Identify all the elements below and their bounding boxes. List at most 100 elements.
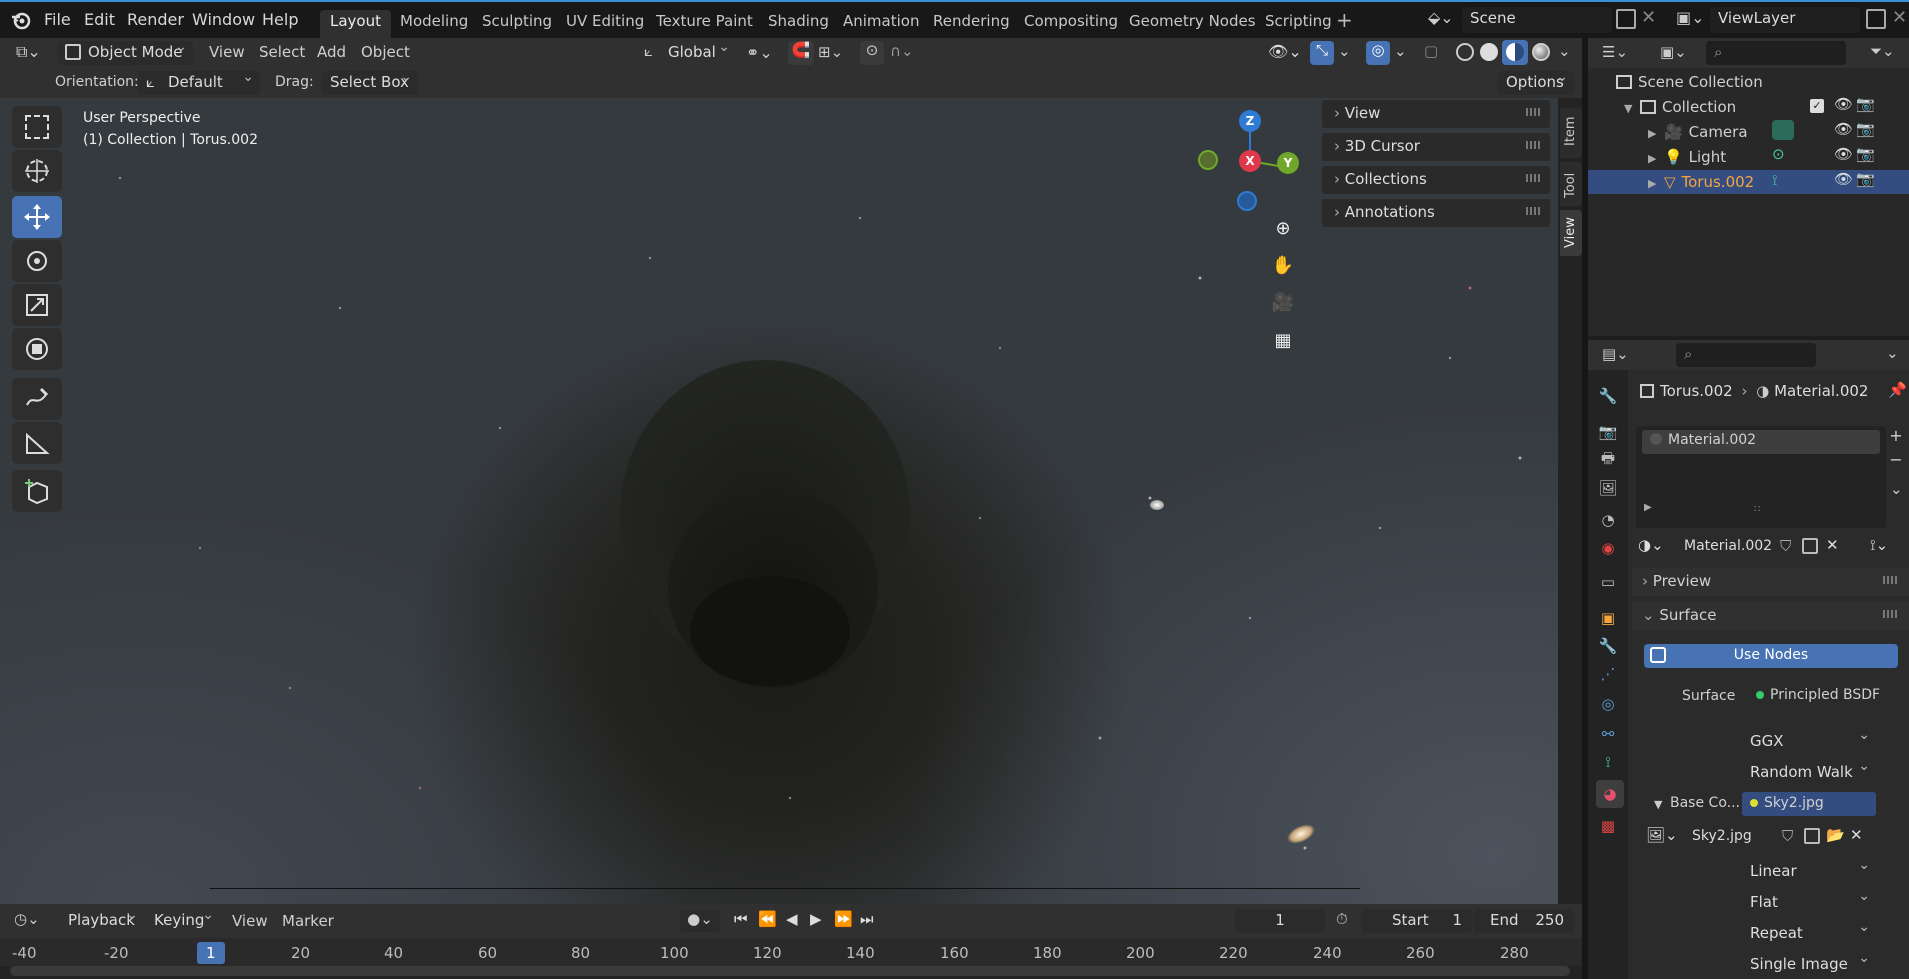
start-frame-field[interactable]: Start 1 (1362, 909, 1472, 933)
collection-tab-icon[interactable]: ▭ (1596, 570, 1620, 594)
preview-range-icon[interactable]: ⏱ (1336, 910, 1348, 928)
duplicate-material-icon[interactable] (1802, 538, 1818, 554)
collection-render-icon[interactable]: 📷 (1856, 95, 1875, 113)
add-cube-tool[interactable] (12, 470, 62, 512)
orientation-dropdown[interactable]: ⟀ Default (138, 71, 260, 95)
npanel-annotations[interactable]: › Annotations (1322, 199, 1550, 227)
perspective-grid-icon[interactable]: ▦ (1270, 330, 1296, 356)
timeline-ruler[interactable] (0, 938, 1582, 966)
zoom-icon[interactable]: ⊕ (1270, 218, 1296, 244)
use-nodes-button[interactable]: Use Nodes (1644, 644, 1898, 668)
outliner-collection[interactable]: ▼ Collection ✓ 👁 📷 (1624, 95, 1909, 119)
select-box-tool[interactable] (12, 106, 62, 148)
gizmo-neg-z-axis[interactable] (1237, 191, 1257, 211)
drag-dropdown[interactable]: Select Box (322, 71, 418, 95)
material-slot-item[interactable]: Material.002 (1642, 430, 1880, 454)
transform-tool[interactable] (12, 328, 62, 370)
slot-specials-icon[interactable]: ⌄ (1890, 480, 1903, 498)
scene-selector-icon[interactable]: ⬙⌄ (1428, 8, 1458, 32)
projection-dropdown[interactable]: Flat (1742, 888, 1876, 917)
transform-orientation-dropdown[interactable]: ⟀ Global (638, 41, 736, 65)
object-tab-icon[interactable]: ▣ (1596, 606, 1620, 630)
unlink-image-icon[interactable]: ✕ (1850, 826, 1863, 844)
editor-type-icon[interactable]: ⧉⌄ (10, 41, 52, 65)
menu-render[interactable]: Render (127, 10, 184, 29)
material-shading-icon[interactable] (1502, 40, 1528, 65)
menu-window[interactable]: Window (192, 10, 255, 29)
fake-user-icon[interactable]: ⛉ (1780, 537, 1791, 555)
pan-hand-icon[interactable]: ✋ (1270, 255, 1296, 281)
camera-data-icon[interactable] (1772, 120, 1794, 140)
gizmo-toggle-icon[interactable]: ⤡ (1310, 41, 1334, 65)
camera-render-icon[interactable]: 📷 (1856, 120, 1875, 138)
unlink-material-icon[interactable]: ✕ (1826, 536, 1839, 554)
jump-start-icon[interactable]: ⏮ (734, 910, 748, 928)
npanel-collections[interactable]: › Collections (1322, 166, 1550, 194)
view-layer-icon[interactable]: ▣⌄ (1676, 8, 1706, 32)
menu-help[interactable]: Help (262, 10, 298, 29)
outliner-camera[interactable]: ▶ 🎥 Camera 👁 📷 (1648, 120, 1909, 144)
new-view-layer-icon[interactable] (1866, 9, 1886, 29)
base-color-expand-icon[interactable]: ▼ (1654, 798, 1662, 811)
tab-layout[interactable]: Layout (320, 10, 391, 38)
play-reverse-icon[interactable]: ◀ (786, 910, 798, 928)
menu-file[interactable]: File (44, 10, 71, 29)
outliner-torus[interactable]: ▶ ▽ Torus.002 ⟟ 👁 📷 (1588, 170, 1909, 194)
next-keyframe-icon[interactable]: ⏩ (834, 910, 853, 928)
properties-search-input[interactable]: ⌕ (1676, 343, 1816, 367)
tab-rendering[interactable]: Rendering (923, 10, 1020, 38)
image-fake-user-icon[interactable]: ⛉ (1782, 827, 1793, 845)
play-icon[interactable]: ▶ (810, 910, 822, 928)
menu-view[interactable]: View (209, 43, 245, 61)
outliner-light[interactable]: ▶ 💡 Light ⊙ 👁 📷 (1648, 145, 1909, 169)
texture-tab-icon[interactable]: ▩ (1596, 814, 1620, 838)
surface-shader-field[interactable]: Principled BSDF (1748, 684, 1898, 708)
subsurface-method-dropdown[interactable]: Random Walk (1742, 758, 1876, 787)
output-tab-icon[interactable]: 🖶 (1596, 448, 1620, 472)
move-tool[interactable] (12, 196, 62, 238)
collection-visibility-icon[interactable]: 👁 (1834, 95, 1853, 113)
material-link-icon[interactable]: ⟟⌄ (1870, 536, 1888, 554)
properties-editor-type-icon[interactable]: ▤⌄ (1602, 345, 1629, 363)
modifier-tab-icon[interactable]: 🔧 (1596, 634, 1620, 658)
extension-dropdown[interactable]: Repeat (1742, 919, 1876, 948)
visibility-icon[interactable]: 👁⌄ (1268, 42, 1302, 61)
remove-slot-button[interactable]: − (1886, 450, 1906, 472)
prev-keyframe-icon[interactable]: ⏪ (758, 910, 777, 928)
npanel-view[interactable]: › View (1322, 100, 1550, 128)
add-workspace-button[interactable]: + (1336, 8, 1353, 32)
add-slot-button[interactable]: + (1886, 426, 1906, 448)
menu-add[interactable]: Add (317, 43, 346, 61)
menu-edit[interactable]: Edit (84, 10, 115, 29)
light-render-icon[interactable]: 📷 (1856, 145, 1875, 163)
image-duplicate-icon[interactable] (1804, 828, 1820, 844)
torus-visibility-icon[interactable]: 👁 (1834, 170, 1853, 188)
outliner-editor-type-icon[interactable]: ☰⌄ (1602, 43, 1628, 61)
camera-view-icon[interactable]: 🎥 (1270, 292, 1296, 318)
measure-tool[interactable] (12, 422, 62, 464)
filter-icon[interactable]: ⏷⌄ (1870, 42, 1895, 60)
properties-options-icon[interactable]: ⌄ (1886, 344, 1899, 362)
tab-texture-paint[interactable]: Texture Paint (646, 10, 763, 38)
annotate-tool[interactable] (12, 378, 62, 420)
shading-dropdown-icon[interactable]: ⌄ (1558, 42, 1571, 60)
current-frame-field[interactable]: 1 (1235, 909, 1325, 933)
rendered-shading-icon[interactable] (1532, 43, 1550, 61)
auto-keying-icon[interactable]: ●⌄ (680, 910, 720, 932)
outliner-scene-collection[interactable]: Scene Collection (1616, 70, 1896, 94)
light-visibility-icon[interactable]: 👁 (1834, 145, 1853, 163)
blender-logo-icon[interactable] (10, 9, 32, 31)
end-frame-field[interactable]: End 250 (1474, 909, 1574, 933)
proportional-edit-icon[interactable]: ⊙ (860, 41, 884, 65)
tab-geometry-nodes[interactable]: Geometry Nodes (1119, 10, 1266, 38)
timeline-menu-view[interactable]: View (232, 912, 268, 930)
tab-uv-editing[interactable]: UV Editing (556, 10, 654, 38)
editor-divider[interactable] (1582, 38, 1588, 979)
menu-select[interactable]: Select (259, 43, 305, 61)
gizmo-x-axis[interactable]: X (1239, 150, 1261, 172)
image-browse-icon[interactable]: 🖼⌄ (1646, 826, 1678, 844)
material-tab-icon[interactable]: ◕ (1596, 780, 1624, 808)
physics-tab-icon[interactable]: ◎ (1596, 692, 1620, 716)
material-name-field[interactable]: Material.002 (1676, 536, 1774, 560)
gizmo-dropdown-icon[interactable]: ⌄ (1338, 42, 1351, 60)
